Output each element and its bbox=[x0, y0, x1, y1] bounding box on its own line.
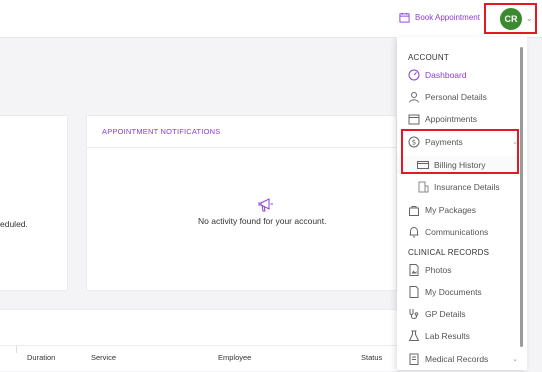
chevron-down-icon: ⌄ bbox=[512, 356, 518, 363]
menu-item-label: Payments bbox=[425, 137, 463, 147]
records-icon bbox=[409, 353, 419, 365]
bag-icon bbox=[409, 206, 419, 216]
menu-item-label: Medical Records bbox=[425, 354, 489, 364]
menu-item-label: Appointments bbox=[425, 114, 477, 124]
menu-item-label: Lab Results bbox=[425, 331, 470, 341]
speedometer-icon bbox=[408, 69, 420, 81]
menu-item-my-packages[interactable]: My Packages bbox=[408, 202, 518, 218]
calendar-icon bbox=[399, 12, 410, 23]
menu-item-label: Photos bbox=[425, 265, 452, 275]
chevron-down-icon: ⌄ bbox=[512, 139, 518, 146]
menu-item-billing-history[interactable]: Billing History bbox=[417, 157, 527, 173]
bell-icon bbox=[409, 226, 419, 238]
menu-item-appointments[interactable]: Appointments bbox=[408, 111, 518, 127]
book-appointment-label: Book Appointment bbox=[415, 12, 480, 22]
person-icon bbox=[409, 92, 419, 103]
menu-item-payments[interactable]: $ Payments ⌄ bbox=[408, 134, 518, 150]
document-icon bbox=[409, 286, 419, 298]
card-title: APPOINTMENT NOTIFICATIONS bbox=[87, 116, 396, 148]
menu-item-lab-results[interactable]: Lab Results bbox=[408, 328, 518, 344]
menu-item-dashboard[interactable]: Dashboard bbox=[408, 67, 518, 83]
flask-icon bbox=[408, 330, 420, 341]
megaphone-icon bbox=[258, 198, 273, 212]
table-header: Duration Service Employee Status bbox=[0, 345, 397, 372]
column-status: Status bbox=[361, 353, 383, 362]
menu-item-medical-records[interactable]: Medical Records ⌄ bbox=[408, 351, 518, 367]
stethoscope-icon bbox=[409, 309, 419, 319]
column-employee: Employee bbox=[218, 353, 252, 362]
upcoming-appointments-card: eduled. bbox=[0, 115, 68, 291]
menu-item-personal-details[interactable]: Personal Details bbox=[408, 89, 518, 105]
menu-item-label: GP Details bbox=[425, 309, 466, 319]
chevron-down-icon: ⌄ bbox=[526, 13, 533, 23]
user-menu-toggle[interactable]: CR ⌄ bbox=[484, 3, 537, 34]
empty-state-text: No activity found for your account. bbox=[198, 216, 327, 226]
dollar-circle-icon: $ bbox=[408, 136, 420, 148]
menu-scrollbar[interactable] bbox=[520, 47, 523, 347]
card-icon bbox=[417, 161, 429, 169]
menu-item-label: My Documents bbox=[425, 287, 482, 297]
menu-item-label: Communications bbox=[425, 227, 489, 237]
no-scheduled-text: eduled. bbox=[0, 219, 28, 229]
menu-item-communications[interactable]: Communications bbox=[408, 224, 518, 240]
column-divider bbox=[16, 346, 17, 353]
avatar[interactable]: CR bbox=[500, 7, 522, 30]
photo-file-icon bbox=[409, 264, 419, 276]
account-dropdown-menu: ACCOUNT Dashboard Personal Details Appoi… bbox=[397, 37, 527, 370]
column-duration: Duration bbox=[27, 353, 56, 362]
appointments-table: Duration Service Employee Status bbox=[0, 309, 397, 371]
menu-item-label: Insurance Details bbox=[434, 182, 500, 192]
menu-item-photos[interactable]: Photos bbox=[408, 262, 518, 278]
svg-text:$: $ bbox=[412, 139, 416, 147]
building-icon bbox=[418, 181, 429, 193]
section-clinical-records: CLINICAL RECORDS bbox=[408, 248, 490, 257]
top-bar: Book Appointment CR ⌄ bbox=[0, 0, 542, 38]
calendar-icon bbox=[408, 114, 420, 125]
menu-item-label: Billing History bbox=[434, 160, 486, 170]
menu-item-my-documents[interactable]: My Documents bbox=[408, 284, 518, 300]
menu-item-gp-details[interactable]: GP Details bbox=[408, 306, 518, 322]
column-service: Service bbox=[91, 353, 117, 362]
section-account: ACCOUNT bbox=[408, 53, 449, 62]
book-appointment-link[interactable]: Book Appointment bbox=[399, 10, 480, 24]
menu-item-label: Personal Details bbox=[425, 92, 487, 102]
menu-item-label: My Packages bbox=[425, 205, 477, 215]
menu-item-insurance-details[interactable]: Insurance Details bbox=[417, 179, 527, 195]
appointment-notifications-card: APPOINTMENT NOTIFICATIONS No activity fo… bbox=[86, 115, 397, 291]
menu-item-label: Dashboard bbox=[425, 70, 467, 80]
